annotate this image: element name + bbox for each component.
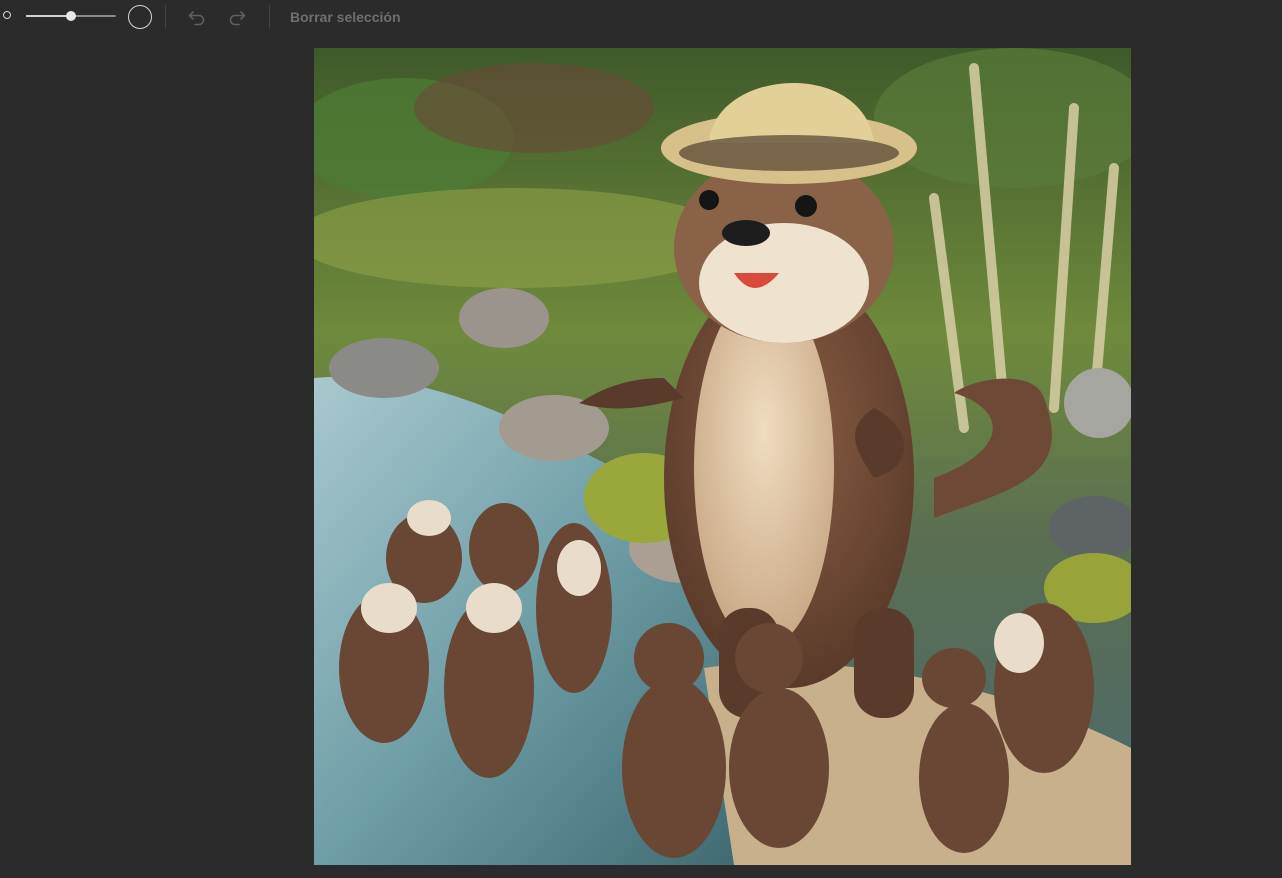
circle-small-icon: [3, 11, 11, 19]
divider: [165, 5, 166, 29]
slider-thumb[interactable]: [66, 11, 76, 21]
otter-illustration-image[interactable]: [314, 48, 1131, 865]
undo-icon: [188, 11, 205, 26]
toolbar: Borrar selección: [0, 0, 1282, 34]
divider: [269, 5, 270, 29]
circle-large-icon: [128, 5, 152, 29]
slider-fill: [26, 15, 71, 17]
redo-icon: [229, 11, 246, 26]
otter-illustration: [314, 48, 1131, 865]
redo-button[interactable]: [224, 4, 250, 30]
clear-selection-button[interactable]: Borrar selección: [290, 8, 401, 26]
undo-button[interactable]: [184, 4, 210, 30]
